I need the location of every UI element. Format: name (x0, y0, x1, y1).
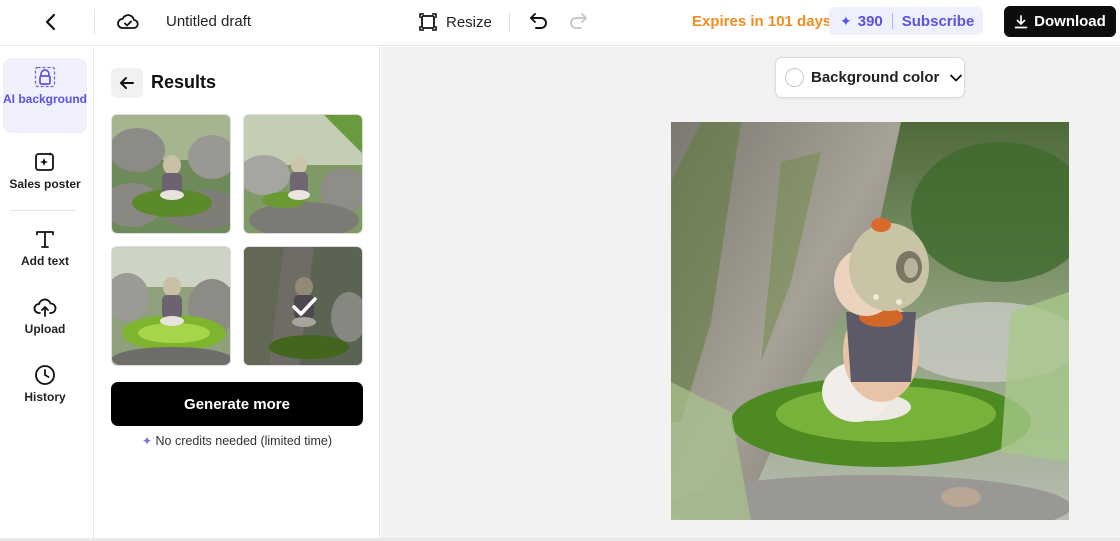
results-heading: Results (151, 72, 217, 92)
rail-item-add-text[interactable]: Add text (3, 228, 87, 269)
credits-count: 390 (857, 12, 883, 30)
draft-title[interactable]: Untitled draft (166, 13, 251, 30)
generate-more-button[interactable]: Generate more (111, 382, 363, 426)
resize-button[interactable]: Resize (418, 10, 492, 34)
expiry-notice: Expires in 101 days (692, 13, 832, 30)
background-color-label: Background color (811, 69, 940, 86)
download-button[interactable]: Download (1004, 6, 1116, 37)
sparkle-icon: ✦ (840, 12, 852, 29)
result-thumbnail[interactable] (111, 114, 231, 234)
result-image (112, 247, 230, 365)
ai-background-icon (34, 66, 56, 88)
results-panel: Results Generate more ✦ No credits neede… (95, 47, 380, 541)
arrow-left-icon (120, 77, 134, 89)
divider (891, 13, 893, 29)
generated-artwork[interactable] (671, 122, 1069, 520)
rail-item-ai-background[interactable]: AI background (3, 58, 87, 133)
credits-note-text: No credits needed (limited time) (155, 434, 332, 448)
divider (94, 10, 95, 34)
rail-item-upload[interactable]: Upload (3, 296, 87, 337)
text-icon (36, 231, 54, 248)
redo-icon[interactable] (567, 10, 591, 34)
rail-item-label: Sales poster (9, 177, 81, 191)
rail-item-label: Upload (24, 322, 66, 336)
chevron-left-icon (45, 13, 56, 31)
rail-item-label: Add text (21, 254, 69, 268)
top-bar: Untitled draft Resize Expires in 101 day… (0, 0, 1120, 46)
resize-label: Resize (446, 13, 492, 31)
clock-icon (35, 365, 55, 385)
artwork-image (671, 122, 1069, 520)
rail-item-label: History (24, 390, 66, 404)
result-image (244, 247, 362, 365)
download-icon (1014, 14, 1028, 28)
sales-poster-icon (35, 152, 54, 171)
back-button[interactable] (38, 9, 64, 35)
result-image (112, 115, 230, 233)
rail-item-label: AI background (3, 92, 88, 106)
color-swatch (785, 68, 804, 87)
download-label: Download (1034, 13, 1106, 30)
editor-canvas: Background color (381, 47, 1120, 541)
divider (10, 210, 76, 211)
sparkle-icon: ✦ (141, 434, 153, 448)
chevron-down-icon (950, 74, 963, 81)
rail-item-history[interactable]: History (3, 364, 87, 405)
result-thumbnail-selected[interactable] (243, 246, 363, 366)
divider (509, 12, 510, 32)
resize-icon (419, 13, 437, 31)
upload-icon (33, 298, 57, 317)
background-color-dropdown[interactable]: Background color (775, 57, 965, 98)
results-back-button[interactable] (111, 68, 143, 98)
result-image (244, 115, 362, 233)
result-thumbnail[interactable] (243, 114, 363, 234)
credits-subscribe-button[interactable]: ✦ 390 Subscribe (829, 7, 983, 35)
subscribe-label: Subscribe (901, 12, 975, 30)
undo-icon[interactable] (528, 10, 552, 34)
cloud-save-icon[interactable] (116, 10, 140, 34)
credits-note: ✦ No credits needed (limited time) (111, 434, 363, 448)
result-thumbnail[interactable] (111, 246, 231, 366)
tool-rail: AI background Sales poster Add text Uplo… (0, 47, 94, 541)
rail-item-sales-poster[interactable]: Sales poster (3, 151, 87, 192)
